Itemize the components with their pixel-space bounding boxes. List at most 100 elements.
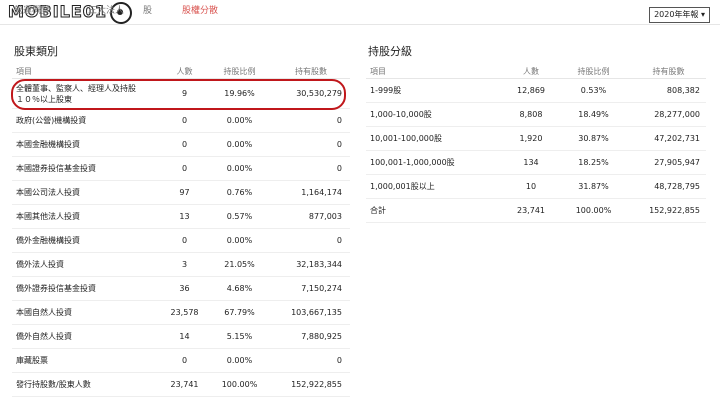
table-row: 僑外金融機構投資 0 0.00% 0 bbox=[12, 228, 350, 253]
table-row: 全體董事、監察人、經理人及持股１０％以上股東 9 19.96% 30,530,279 bbox=[12, 78, 350, 109]
shareholder-category-table: 項目 人數 持股比例 持有股數 全體董事、監察人、經理人及持股１０％以上股東 9 1… bbox=[12, 64, 350, 397]
row-ratio: 0.00% bbox=[207, 348, 272, 373]
table-row: 僑外證券投信基金投資 36 4.68% 7,150,274 bbox=[12, 276, 350, 301]
row-shares: 103,667,135 bbox=[272, 300, 350, 325]
col-header-count: 人數 bbox=[176, 66, 193, 76]
table-row: 本國公司法人投資 97 0.76% 1,164,174 bbox=[12, 180, 350, 205]
row-shares: 30,530,279 bbox=[272, 78, 350, 109]
row-ratio: 18.25% bbox=[556, 150, 631, 175]
col-header-shares: 持有股數 bbox=[652, 66, 685, 76]
row-item: 僑外法人投資 bbox=[12, 252, 162, 277]
row-shares: 152,922,855 bbox=[631, 198, 706, 223]
tab-overview[interactable]: 營運概覽 bbox=[14, 3, 50, 16]
col-header-ratio: 持股比例 bbox=[223, 66, 256, 76]
row-ratio: 67.79% bbox=[207, 300, 272, 325]
row-shares: 1,164,174 bbox=[272, 180, 350, 205]
row-item: 僑外自然人投資 bbox=[12, 324, 162, 349]
table-row: 100,001-1,000,000股 134 18.25% 27,905,947 bbox=[366, 150, 706, 175]
row-count: 23,578 bbox=[162, 300, 207, 325]
row-item: 本國其他法人投資 bbox=[12, 204, 162, 229]
row-shares: 7,150,274 bbox=[272, 276, 350, 301]
shareholding-tier-title: 持股分級 bbox=[368, 45, 412, 58]
row-ratio: 19.96% bbox=[207, 78, 272, 109]
row-ratio: 21.05% bbox=[207, 252, 272, 277]
row-shares: 0 bbox=[272, 108, 350, 133]
row-count: 23,741 bbox=[162, 372, 207, 397]
top-bar: MOBILE01 營運概覽 三大法人 股 股權分散 2020年年報 ▾ bbox=[0, 0, 720, 24]
row-shares: 48,728,795 bbox=[631, 174, 706, 199]
col-header-item: 項目 bbox=[16, 66, 32, 76]
row-count: 3 bbox=[162, 252, 207, 277]
row-shares: 0 bbox=[272, 348, 350, 373]
col-header-count: 人數 bbox=[523, 66, 539, 76]
row-count: 97 bbox=[162, 180, 207, 205]
row-shares: 0 bbox=[272, 228, 350, 253]
row-shares: 808,382 bbox=[631, 78, 706, 103]
row-ratio: 0.00% bbox=[207, 228, 272, 253]
table-row: 10,001-100,000股 1,920 30.87% 47,202,731 bbox=[366, 126, 706, 151]
row-item: 1-999股 bbox=[366, 78, 506, 103]
row-item: 1,000,001股以上 bbox=[366, 174, 506, 199]
row-ratio: 31.87% bbox=[556, 174, 631, 199]
row-count: 14 bbox=[162, 324, 207, 349]
row-count: 10 bbox=[506, 174, 556, 199]
row-count: 0 bbox=[162, 132, 207, 157]
row-shares: 7,880,925 bbox=[272, 324, 350, 349]
row-item: 僑外金融機構投資 bbox=[12, 228, 162, 253]
col-header-shares: 持有股數 bbox=[295, 66, 327, 76]
row-item: 庫藏股票 bbox=[12, 348, 162, 373]
row-ratio: 4.68% bbox=[207, 276, 272, 301]
row-ratio: 0.53% bbox=[556, 78, 631, 103]
row-shares: 0 bbox=[272, 156, 350, 181]
tab-shareholding-dispersion[interactable]: 股權分散 bbox=[182, 3, 218, 16]
row-ratio: 0.76% bbox=[207, 180, 272, 205]
row-count: 23,741 bbox=[506, 198, 556, 223]
table-row: 本國其他法人投資 13 0.57% 877,003 bbox=[12, 204, 350, 229]
row-count: 12,869 bbox=[506, 78, 556, 103]
shareholder-category-title: 股東類別 bbox=[14, 45, 58, 58]
table-row: 庫藏股票 0 0.00% 0 bbox=[12, 348, 350, 373]
row-ratio: 0.57% bbox=[207, 204, 272, 229]
row-item: 本國公司法人投資 bbox=[12, 180, 162, 205]
row-ratio: 100.00% bbox=[556, 198, 631, 223]
year-select[interactable]: 2020年年報 ▾ bbox=[649, 7, 710, 23]
row-ratio: 0.00% bbox=[207, 108, 272, 133]
row-shares: 0 bbox=[272, 132, 350, 157]
row-item: 100,001-1,000,000股 bbox=[366, 150, 506, 175]
tab-institutional[interactable]: 三大法人 bbox=[88, 3, 124, 16]
row-item: 本國金融機構投資 bbox=[12, 132, 162, 157]
row-shares: 877,003 bbox=[272, 204, 350, 229]
row-ratio: 18.49% bbox=[556, 102, 631, 127]
row-count: 1,920 bbox=[506, 126, 556, 151]
top-divider bbox=[0, 24, 720, 25]
row-shares: 27,905,947 bbox=[631, 150, 706, 175]
table-row: 發行持股數/股東人數 23,741 100.00% 152,922,855 bbox=[12, 372, 350, 397]
col-header-item: 項目 bbox=[370, 66, 386, 76]
table-row: 1,000-10,000股 8,808 18.49% 28,277,000 bbox=[366, 102, 706, 127]
row-shares: 47,202,731 bbox=[631, 126, 706, 151]
row-shares: 28,277,000 bbox=[631, 102, 706, 127]
row-ratio: 5.15% bbox=[207, 324, 272, 349]
row-item: 全體董事、監察人、經理人及持股１０％以上股東 bbox=[12, 78, 162, 109]
row-count: 9 bbox=[162, 78, 207, 109]
table-row: 本國自然人投資 23,578 67.79% 103,667,135 bbox=[12, 300, 350, 325]
row-ratio: 0.00% bbox=[207, 132, 272, 157]
row-count: 36 bbox=[162, 276, 207, 301]
col-header-ratio: 持股比例 bbox=[577, 66, 610, 76]
row-ratio: 100.00% bbox=[207, 372, 272, 397]
row-count: 0 bbox=[162, 156, 207, 181]
row-count: 8,808 bbox=[506, 102, 556, 127]
table-row: 本國證券投信基金投資 0 0.00% 0 bbox=[12, 156, 350, 181]
row-item: 政府(公營)機構投資 bbox=[12, 108, 162, 133]
table-row: 本國金融機構投資 0 0.00% 0 bbox=[12, 132, 350, 157]
row-item: 僑外證券投信基金投資 bbox=[12, 276, 162, 301]
row-shares: 32,183,344 bbox=[272, 252, 350, 277]
table-row: 1-999股 12,869 0.53% 808,382 bbox=[366, 78, 706, 103]
row-count: 0 bbox=[162, 228, 207, 253]
tab-shares[interactable]: 股 bbox=[143, 3, 152, 16]
row-count: 13 bbox=[162, 204, 207, 229]
table-row: 合計 23,741 100.00% 152,922,855 bbox=[366, 198, 706, 223]
row-count: 0 bbox=[162, 108, 207, 133]
row-shares: 152,922,855 bbox=[272, 372, 350, 397]
row-item: 10,001-100,000股 bbox=[366, 126, 506, 151]
